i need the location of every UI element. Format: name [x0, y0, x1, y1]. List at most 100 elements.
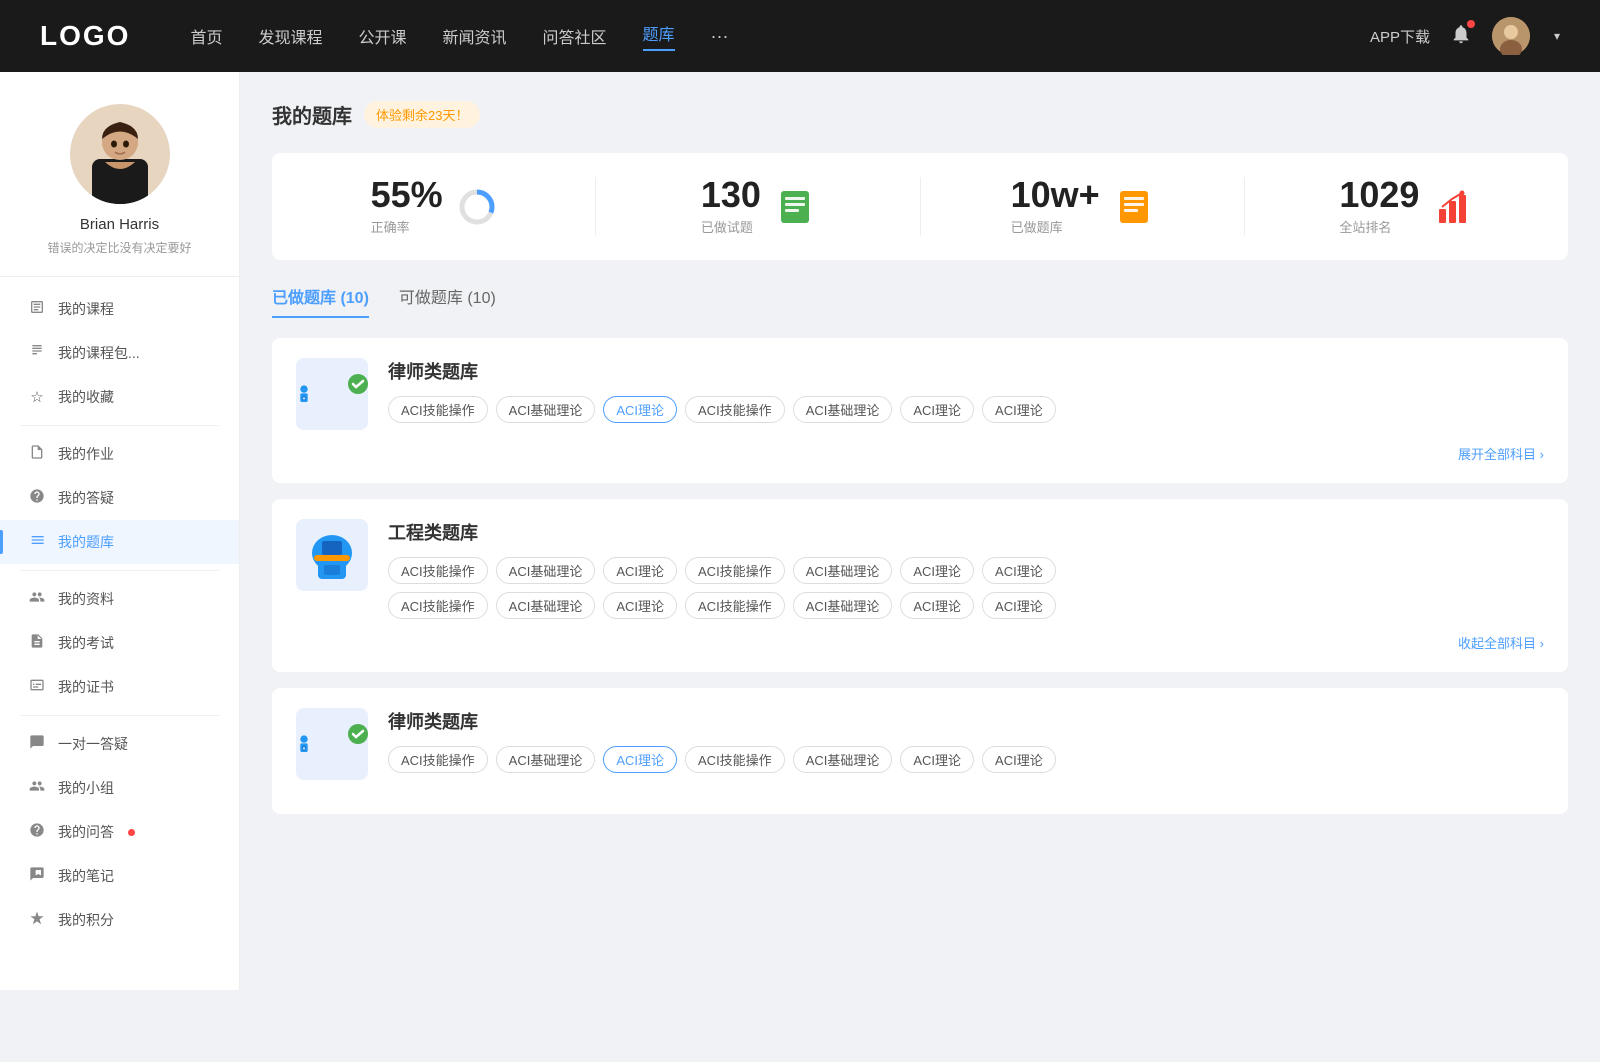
tag-0[interactable]: ACI技能操作	[388, 396, 488, 423]
sidebar-item-points[interactable]: 我的积分	[0, 898, 239, 942]
sidebar-item-my-qa[interactable]: 我的问答	[0, 810, 239, 854]
sidebar-item-favorites[interactable]: ☆ 我的收藏	[0, 375, 239, 419]
page-title-row: 我的题库 体验剩余23天！	[272, 100, 1568, 129]
sidebar-item-one-on-one[interactable]: 一对一答疑	[0, 722, 239, 766]
eng-tag2-3[interactable]: ACI技能操作	[685, 592, 785, 619]
header: LOGO 首页 发现课程 公开课 新闻资讯 问答社区 题库 ··· APP下载 …	[0, 0, 1600, 72]
stat-number-correct: 55%	[371, 177, 443, 213]
sidebar-item-certificate[interactable]: 我的证书	[0, 665, 239, 709]
tag-4[interactable]: ACI基础理论	[793, 396, 893, 423]
tab-done-banks[interactable]: 已做题库 (10)	[272, 284, 369, 318]
sidebar-item-group[interactable]: 我的小组	[0, 766, 239, 810]
sidebar-label-profile: 我的资料	[58, 589, 114, 609]
chart-red-icon	[1433, 187, 1473, 227]
sidebar-label-group: 我的小组	[58, 778, 114, 798]
divider-3	[20, 715, 219, 716]
tag-3[interactable]: ACI技能操作	[685, 396, 785, 423]
qbank-card-lawyer-1: 律师类题库 ACI技能操作 ACI基础理论 ACI理论 ACI技能操作 ACI基…	[272, 338, 1568, 483]
stat-label-correct: 正确率	[371, 217, 443, 236]
sidebar-item-courses[interactable]: 我的课程	[0, 287, 239, 331]
eng-tag-6[interactable]: ACI理论	[982, 557, 1056, 584]
eng-tag-0[interactable]: ACI技能操作	[388, 557, 488, 584]
stat-done-questions: 130 已做试题	[596, 177, 920, 236]
tag-1[interactable]: ACI基础理论	[496, 396, 596, 423]
tags-row-engineer-2: ACI技能操作 ACI基础理论 ACI理论 ACI技能操作 ACI基础理论 AC…	[388, 592, 1544, 619]
donut-chart-icon	[457, 187, 497, 227]
divider-1	[20, 425, 219, 426]
nav-more[interactable]: ···	[711, 26, 729, 47]
tag-5[interactable]: ACI理论	[900, 396, 974, 423]
tab-available-banks[interactable]: 可做题库 (10)	[399, 284, 496, 318]
eng-tag2-6[interactable]: ACI理论	[982, 592, 1056, 619]
sidebar-label-homework: 我的作业	[58, 444, 114, 464]
stat-label-ranking: 全站排名	[1339, 217, 1419, 236]
sidebar-item-homework[interactable]: 我的作业	[0, 432, 239, 476]
my-qa-icon	[28, 822, 46, 842]
tags-row-lawyer-1: ACI技能操作 ACI基础理论 ACI理论 ACI技能操作 ACI基础理论 AC…	[388, 396, 1544, 423]
group-icon	[28, 778, 46, 798]
header-right: APP下载 ▾	[1370, 17, 1560, 55]
nav-home[interactable]: 首页	[190, 24, 222, 48]
sidebar-item-course-package[interactable]: 我的课程包...	[0, 331, 239, 375]
sidebar-item-notes[interactable]: 我的笔记	[0, 854, 239, 898]
eng-tag2-4[interactable]: ACI基础理论	[793, 592, 893, 619]
main-content: 我的题库 体验剩余23天！ 55% 正确率	[240, 72, 1600, 990]
l2-tag-6[interactable]: ACI理论	[982, 746, 1056, 773]
points-icon	[28, 910, 46, 930]
profile-avatar	[70, 104, 170, 204]
stat-correct-rate: 55% 正确率	[272, 177, 596, 236]
eng-tag2-0[interactable]: ACI技能操作	[388, 592, 488, 619]
eng-tag-1[interactable]: ACI基础理论	[496, 557, 596, 584]
eng-tag-3[interactable]: ACI技能操作	[685, 557, 785, 584]
l2-tag-4[interactable]: ACI基础理论	[793, 746, 893, 773]
l2-tag-5[interactable]: ACI理论	[900, 746, 974, 773]
main-container: Brian Harris 错误的决定比没有决定要好 我的课程 我的课程包... …	[0, 72, 1600, 990]
stat-label-done: 已做试题	[701, 217, 761, 236]
tag-2[interactable]: ACI理论	[603, 396, 677, 423]
eng-tag2-2[interactable]: ACI理论	[603, 592, 677, 619]
eng-tag-5[interactable]: ACI理论	[900, 557, 974, 584]
profile-motto: 错误的决定比没有决定要好	[47, 239, 191, 256]
stat-number-banks: 10w+	[1011, 177, 1100, 213]
tag-6[interactable]: ACI理论	[982, 396, 1056, 423]
eng-tag-2[interactable]: ACI理论	[603, 557, 677, 584]
tags-row-lawyer-2: ACI技能操作 ACI基础理论 ACI理论 ACI技能操作 ACI基础理论 AC…	[388, 746, 1544, 773]
l2-tag-1[interactable]: ACI基础理论	[496, 746, 596, 773]
user-menu-chevron[interactable]: ▾	[1554, 29, 1560, 43]
qbank-name-engineer: 工程类题库	[388, 519, 1544, 545]
profile-icon	[28, 589, 46, 609]
main-nav: 首页 发现课程 公开课 新闻资讯 问答社区 题库 ···	[190, 21, 1370, 51]
sidebar-label-courses: 我的课程	[58, 299, 114, 319]
l2-tag-2[interactable]: ACI理论	[603, 746, 677, 773]
notes-icon	[28, 866, 46, 886]
nav-discover[interactable]: 发现课程	[258, 24, 322, 48]
eng-tag2-5[interactable]: ACI理论	[900, 592, 974, 619]
l2-tag-3[interactable]: ACI技能操作	[685, 746, 785, 773]
note-orange-icon	[1114, 187, 1154, 227]
stat-number-ranking: 1029	[1339, 177, 1419, 213]
user-avatar[interactable]	[1492, 17, 1530, 55]
sidebar-item-questions[interactable]: 我的答疑	[0, 476, 239, 520]
l2-tag-0[interactable]: ACI技能操作	[388, 746, 488, 773]
nav-news[interactable]: 新闻资讯	[443, 24, 507, 48]
nav-qa[interactable]: 问答社区	[543, 24, 607, 48]
page-title: 我的题库	[272, 100, 352, 129]
profile-name: Brian Harris	[80, 216, 159, 233]
nav-questionbank[interactable]: 题库	[643, 21, 675, 51]
notification-bell[interactable]	[1450, 23, 1472, 50]
sidebar-item-questionbank[interactable]: 我的题库	[0, 520, 239, 564]
stat-done-banks: 10w+ 已做题库	[921, 177, 1245, 236]
app-download-link[interactable]: APP下载	[1370, 26, 1430, 47]
sidebar-item-profile[interactable]: 我的资料	[0, 577, 239, 621]
sidebar: Brian Harris 错误的决定比没有决定要好 我的课程 我的课程包... …	[0, 72, 240, 990]
nav-opencourse[interactable]: 公开课	[358, 24, 406, 48]
eng-tag-4[interactable]: ACI基础理论	[793, 557, 893, 584]
stat-ranking: 1029 全站排名	[1245, 177, 1568, 236]
eng-tag2-1[interactable]: ACI基础理论	[496, 592, 596, 619]
expand-link-1[interactable]: 展开全部科目 ›	[296, 444, 1544, 463]
sidebar-label-notes: 我的笔记	[58, 866, 114, 886]
sidebar-item-exam[interactable]: 我的考试	[0, 621, 239, 665]
user-profile: Brian Harris 错误的决定比没有决定要好	[0, 72, 239, 277]
exam-icon	[28, 633, 46, 653]
collapse-link-engineer[interactable]: 收起全部科目 ›	[296, 633, 1544, 652]
